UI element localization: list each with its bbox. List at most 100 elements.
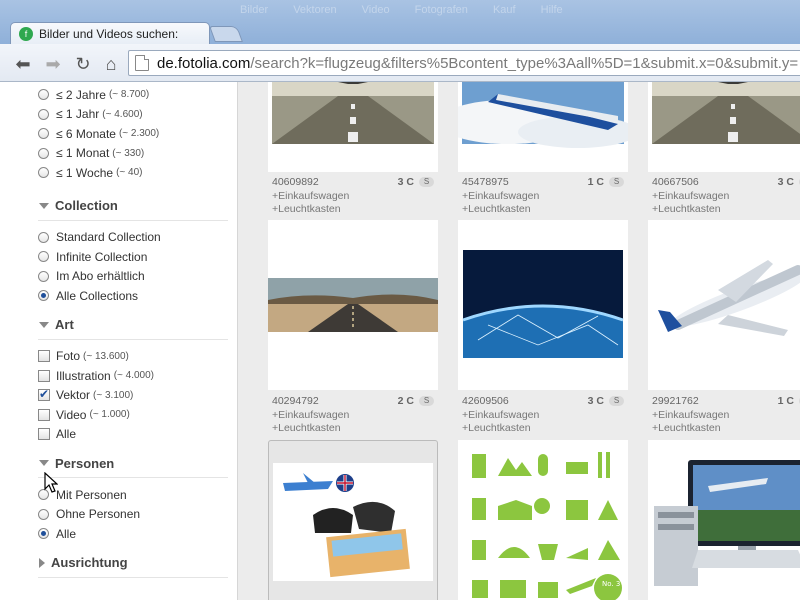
result-card[interactable] <box>268 82 438 172</box>
add-to-cart-link[interactable]: +Einkaufswagen <box>652 190 729 202</box>
radio-button[interactable] <box>38 508 49 520</box>
radio-button[interactable] <box>38 147 49 159</box>
option-label: Alle <box>56 526 77 541</box>
option-label: Video <box>56 407 87 422</box>
new-tab-button[interactable] <box>209 26 243 42</box>
add-to-lightbox-link[interactable]: +Leuchtkasten <box>652 203 721 215</box>
radio-button[interactable] <box>38 108 49 120</box>
collection-option-infinite[interactable]: Infinite Collection <box>38 247 228 267</box>
image-id: 40294792 <box>272 395 319 407</box>
search-results-grid: 40609892 3 C S +Einkaufswagen +Leuchtkas… <box>238 82 800 600</box>
fotolia-favicon-icon: f <box>19 26 33 41</box>
computer-travel-thumbnail[interactable] <box>648 440 800 600</box>
radio-button[interactable] <box>38 167 49 179</box>
result-card[interactable] <box>648 82 800 172</box>
section-collection[interactable]: Collection <box>38 195 228 217</box>
back-arrow-icon[interactable]: ⬅ <box>12 53 34 75</box>
add-to-lightbox-link[interactable]: +Leuchtkasten <box>462 422 531 434</box>
image-id: 42609506 <box>462 395 509 407</box>
radio-button[interactable] <box>38 128 49 140</box>
personen-option-alle[interactable]: Alle <box>38 524 228 544</box>
section-ausrichtung[interactable]: Ausrichtung <box>38 552 228 574</box>
reload-icon[interactable]: ↻ <box>72 53 94 75</box>
add-to-lightbox-link[interactable]: +Leuchtkasten <box>272 422 341 434</box>
browser-tab-strip: Bilder Vektoren Video Fotografen Kauf Hi… <box>0 0 800 44</box>
result-card[interactable] <box>648 440 800 600</box>
art-option-foto[interactable]: Foto (~ 13.600) <box>38 347 228 367</box>
result-card[interactable] <box>458 82 628 172</box>
date-option-6-months[interactable]: ≤ 6 Monate (~ 2.300) <box>38 124 228 144</box>
checkbox[interactable] <box>38 350 50 363</box>
option-count: (~ 13.600) <box>83 350 129 362</box>
home-icon[interactable]: ⌂ <box>100 53 122 75</box>
section-title: Collection <box>55 198 118 213</box>
add-to-lightbox-link[interactable]: +Leuchtkasten <box>652 422 721 434</box>
radio-button-selected[interactable] <box>38 528 49 540</box>
radio-button-selected[interactable] <box>38 290 49 302</box>
art-option-alle[interactable]: Alle <box>38 425 228 445</box>
collection-option-abo[interactable]: Im Abo erhältlich <box>38 267 228 287</box>
add-to-lightbox-link[interactable]: +Leuchtkasten <box>462 203 531 215</box>
option-label: ≤ 6 Monate <box>56 126 116 141</box>
art-option-vektor[interactable]: Vektor(~ 3.100) <box>38 386 228 406</box>
add-to-cart-link[interactable]: +Einkaufswagen <box>652 409 729 421</box>
art-option-illustration[interactable]: Illustration (~ 4.000) <box>38 366 228 386</box>
add-to-cart-link[interactable]: +Einkaufswagen <box>272 409 349 421</box>
personen-option-mit[interactable]: Mit Personen <box>38 485 228 505</box>
address-bar[interactable]: de.fotolia.com/search?k=flugzeug&filters… <box>128 50 800 76</box>
add-to-cart-link[interactable]: +Einkaufswagen <box>462 409 539 421</box>
collection-option-all[interactable]: Alle Collections <box>38 286 228 306</box>
radio-button[interactable] <box>38 231 49 243</box>
forward-arrow-icon[interactable]: ➡ <box>42 53 64 75</box>
result-meta: 40294792 2 C S +Einkaufswagen +Leuchtkas… <box>272 395 438 435</box>
result-card[interactable] <box>458 220 628 390</box>
art-option-video[interactable]: Video (~ 1.000) <box>38 405 228 425</box>
desert-road-thumbnail[interactable] <box>268 220 438 390</box>
travel-collage-thumbnail[interactable] <box>273 463 433 581</box>
option-label: ≤ 2 Jahre <box>56 87 106 102</box>
result-card[interactable] <box>268 220 438 390</box>
airplane-thumbnail[interactable] <box>648 220 800 390</box>
section-personen[interactable]: Personen <box>38 452 228 474</box>
option-label: Infinite Collection <box>56 249 148 264</box>
section-title: Personen <box>55 455 115 471</box>
filter-sidebar: ≤ 2 Jahre (~ 8.700) ≤ 1 Jahr (~ 4.600) ≤ 6… <box>0 82 238 600</box>
collection-option-standard[interactable]: Standard Collection <box>38 228 228 248</box>
checkbox[interactable] <box>38 428 50 441</box>
size-badge: S <box>419 177 434 187</box>
radio-button[interactable] <box>38 89 49 101</box>
result-card-hover[interactable] <box>268 440 438 600</box>
date-option-2-years[interactable]: ≤ 2 Jahre (~ 8.700) <box>38 85 228 105</box>
checkbox[interactable] <box>38 408 50 421</box>
menu-item: Hilfe <box>540 4 563 16</box>
personen-option-ohne[interactable]: Ohne Personen <box>38 505 228 525</box>
travel-icon-set-thumbnail[interactable]: No. 3 <box>458 440 628 600</box>
option-label: Foto <box>56 349 81 364</box>
radio-button[interactable] <box>38 251 49 263</box>
airplane-wing-clouds-thumbnail[interactable] <box>458 82 628 172</box>
runway-airplane-thumbnail-2[interactable] <box>648 82 800 172</box>
menu-item: Bilder <box>240 4 269 16</box>
add-to-cart-link[interactable]: +Einkaufswagen <box>272 190 349 202</box>
browser-tab-active[interactable]: f Bilder und Videos suchen: <box>10 22 210 44</box>
divider <box>38 477 228 478</box>
date-option-1-year[interactable]: ≤ 1 Jahr (~ 4.600) <box>38 105 228 125</box>
option-label: Alle Collections <box>56 288 139 303</box>
section-art[interactable]: Art <box>38 314 228 336</box>
add-to-lightbox-link[interactable]: +Leuchtkasten <box>272 203 341 215</box>
image-id: 40609892 <box>272 176 319 188</box>
credits-label: 1 C <box>777 395 794 407</box>
add-to-cart-link[interactable]: +Einkaufswagen <box>462 190 539 202</box>
page-icon <box>135 55 149 71</box>
checkbox[interactable] <box>38 369 50 382</box>
result-card[interactable] <box>648 220 800 390</box>
date-option-1-month[interactable]: ≤ 1 Monat (~ 330) <box>38 144 228 164</box>
earth-network-thumbnail[interactable] <box>458 220 628 390</box>
radio-button[interactable] <box>38 270 49 282</box>
date-option-1-week[interactable]: ≤ 1 Woche (~ 40) <box>38 163 228 183</box>
option-count: (~ 330) <box>112 147 145 159</box>
runway-airplane-thumbnail[interactable] <box>268 82 438 172</box>
size-badge: S <box>609 396 624 406</box>
result-card[interactable]: No. 3 <box>458 440 628 600</box>
checkbox-checked[interactable] <box>38 387 50 402</box>
